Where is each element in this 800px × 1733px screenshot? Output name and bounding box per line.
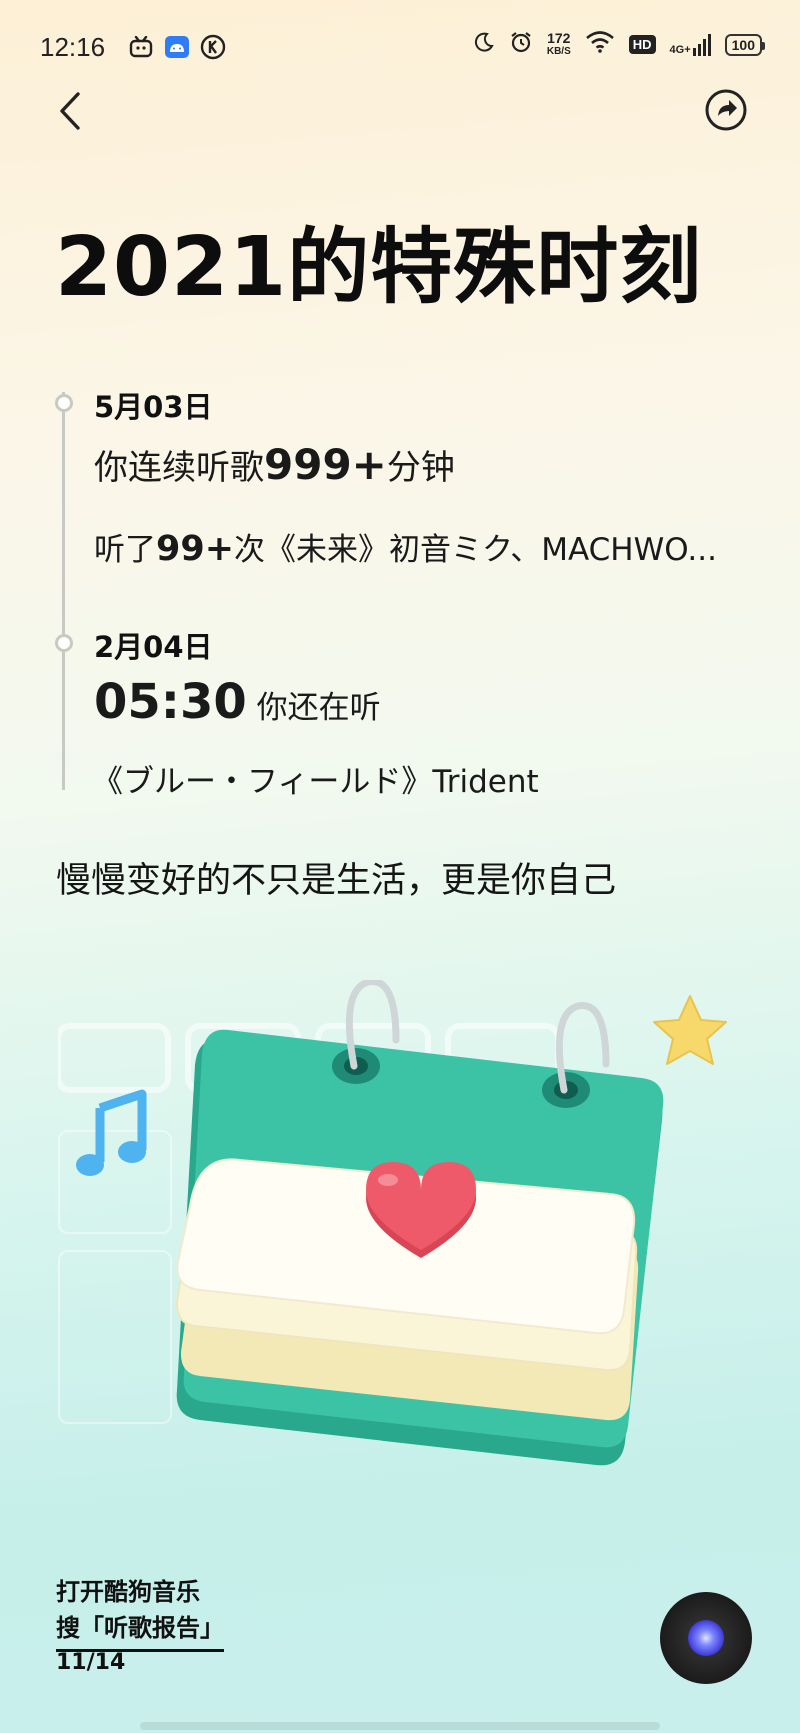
moment-date: 5月03日 [94,390,213,424]
status-system-icons: 172 KB/S HD 4G+ 100 [473,29,766,59]
disc-label [688,1620,724,1656]
alarm-icon [509,30,533,59]
page-title: 2021的特殊时刻 [55,220,703,315]
timeline-dot [55,634,73,652]
home-indicator[interactable] [140,1722,660,1730]
moment-date: 2月04日 [94,630,213,664]
bilibili-icon [128,34,154,60]
signal-icon: 4G+ [669,33,711,56]
repeat-prefix: 听了 [94,532,156,568]
page-indicator: 11/14 [56,1650,126,1675]
duration-suffix: 分钟 [386,448,455,488]
moment-listen-duration: 你连续听歌999+分钟 [94,440,455,489]
timeline-dot [55,394,73,412]
network-type: 4G+ [669,43,691,56]
battery-indicator: 100 [724,33,766,56]
footer-instruction: 打开酷狗音乐 [56,1578,200,1606]
late-time: 05:30 [94,674,247,730]
back-button[interactable] [52,86,92,136]
android-app-icon [164,34,190,60]
chevron-left-icon [60,92,80,130]
calendar-heart-illustration [76,980,727,1466]
tagline: 慢慢变好的不只是生活，更是你自己 [56,861,617,901]
k-app-icon [200,34,226,60]
speed-value: 172 [547,29,571,46]
moment-repeat-song: 听了99+次《未来》初音ミク、MACHWO... [94,524,717,569]
repeat-count: 99+ [156,529,235,569]
network-speed: 172 KB/S [546,29,571,58]
speed-unit: KB/S [546,45,571,57]
footer-search-hint: 搜「听歌报告」 [56,1608,224,1652]
moon-icon [473,31,495,58]
wifi-icon [585,30,615,59]
duration-prefix: 你连续听歌 [94,448,264,488]
duration-value: 999+ [264,440,387,489]
status-time: 12:16 [40,32,106,62]
moment-late-listen: 05:30 你还在听 [94,674,381,730]
moment-late-song: 《ブルー・フィールド》Trident [92,764,539,800]
share-icon [705,89,747,131]
music-note-icon [76,1089,147,1176]
star-icon [653,995,727,1065]
repeat-song: 次《未来》初音ミク、MACHWO... [234,532,717,568]
share-button[interactable] [704,88,748,132]
late-suffix: 你还在听 [256,690,381,726]
music-disc-button[interactable] [660,1592,752,1684]
hd-badge: HD [628,35,656,54]
status-notification-icons [128,34,226,60]
timeline-line [62,392,65,790]
